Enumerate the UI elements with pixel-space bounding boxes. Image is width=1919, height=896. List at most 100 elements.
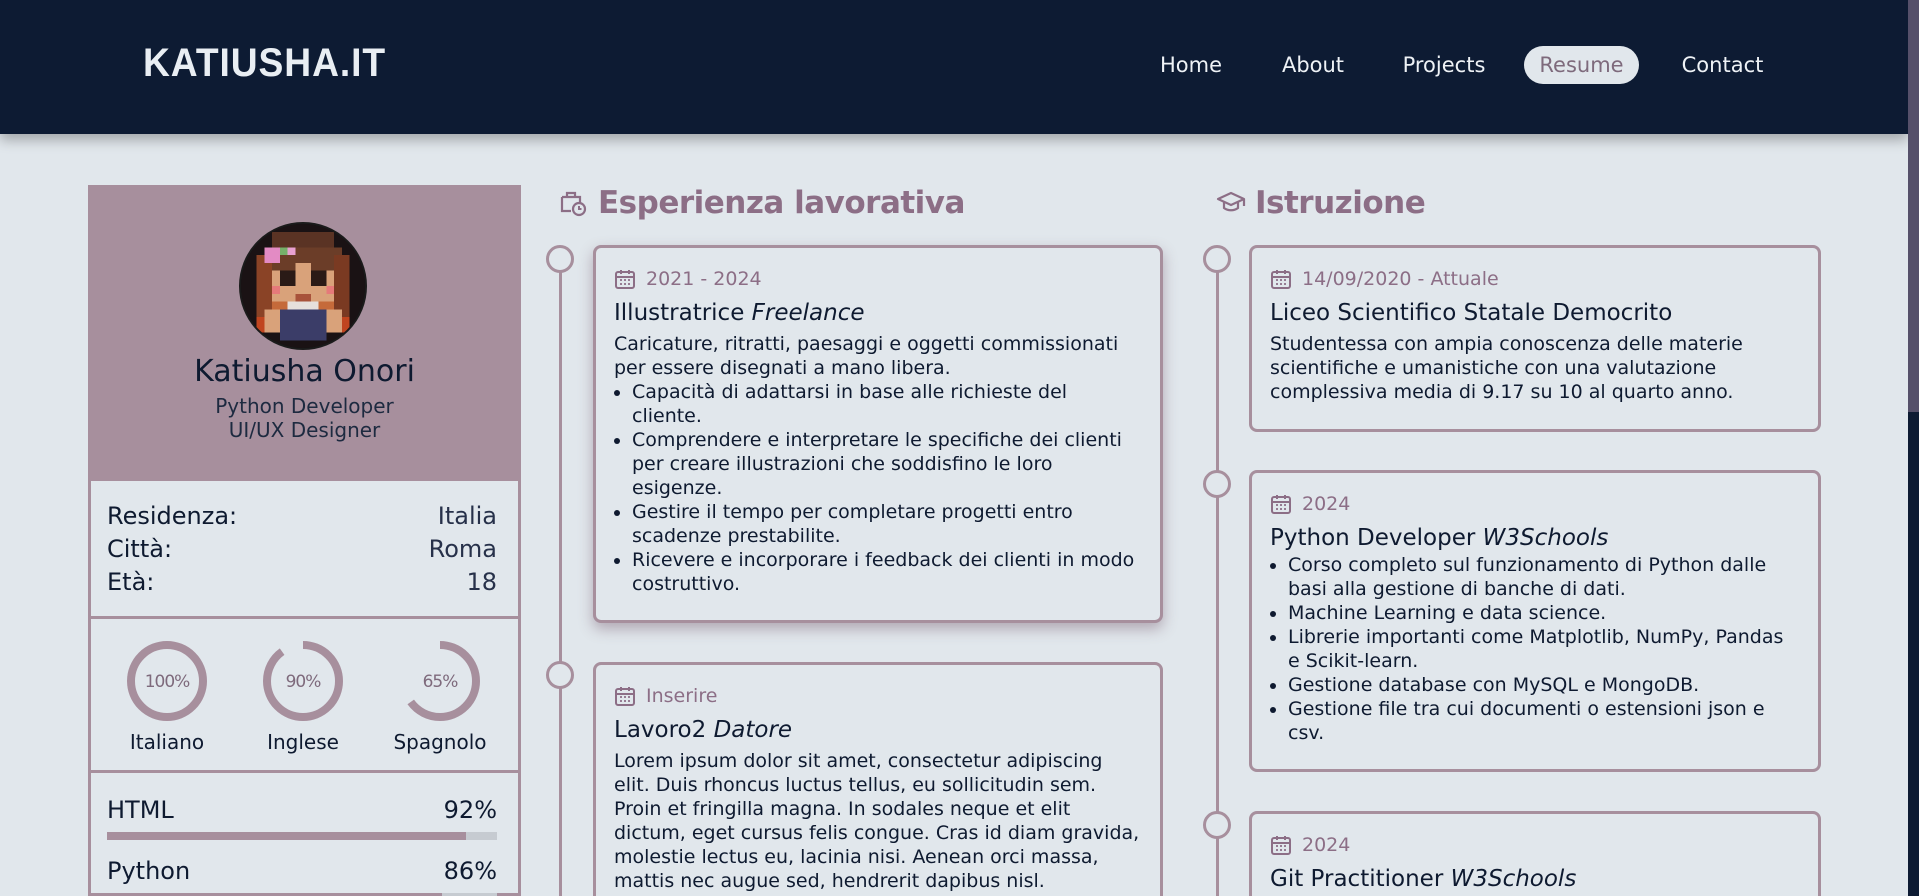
- card-date: 14/09/2020 - Attuale: [1270, 266, 1800, 292]
- skill-name: HTML: [107, 796, 174, 824]
- timeline-line: [559, 272, 562, 896]
- info-value: 18: [466, 568, 497, 596]
- profile-name: Katiusha Onori: [194, 354, 415, 389]
- card-title: Liceo Scientifico Statale Democrito: [1270, 298, 1800, 328]
- language-ring-spagnolo: 65% Spagnolo: [380, 638, 500, 754]
- info-label: Residenza:: [107, 502, 238, 530]
- list-item: Capacità di adattarsi in base alle richi…: [632, 380, 1142, 428]
- education-card: 2024 Python Developer W3Schools Corso co…: [1249, 470, 1821, 772]
- info-value: Italia: [437, 502, 497, 530]
- top-navbar: KATIUSHA.IT Home About Projects Resume C…: [0, 0, 1908, 134]
- profile-card: Katiusha Onori Python Developer UI/UX De…: [91, 185, 518, 481]
- card-title: Python Developer W3Schools: [1270, 523, 1800, 553]
- profile-sidebar: Katiusha Onori Python Developer UI/UX De…: [88, 185, 521, 896]
- divider: [91, 770, 518, 773]
- nav-resume[interactable]: Resume: [1524, 46, 1639, 84]
- list-item: Comprendere e interpretare le specifiche…: [632, 428, 1142, 500]
- card-date: 2024: [1270, 832, 1800, 858]
- list-item: Gestire il tempo per completare progetti…: [632, 500, 1142, 548]
- profile-role: Python Developer: [215, 394, 394, 418]
- card-date-text: 2021 - 2024: [646, 268, 762, 290]
- site-logo[interactable]: KATIUSHA.IT: [143, 41, 386, 86]
- info-row-city: Città: Roma: [107, 535, 497, 563]
- language-name: Inglese: [267, 730, 339, 754]
- card-org: W3Schools: [1450, 866, 1577, 892]
- info-row-residence: Residenza: Italia: [107, 502, 497, 530]
- card-date: Inserire: [614, 683, 1142, 709]
- calendar-icon: [1271, 836, 1291, 855]
- card-org: Freelance: [751, 300, 865, 326]
- section-title-experience: Esperienza lavorativa: [598, 185, 965, 221]
- card-role: Python Developer: [1270, 525, 1476, 551]
- card-date-text: 14/09/2020 - Attuale: [1302, 268, 1499, 290]
- language-percent: 90%: [286, 672, 322, 692]
- card-date-text: 2024: [1302, 493, 1351, 515]
- card-date: 2021 - 2024: [614, 266, 1142, 292]
- card-bullets: Capacità di adattarsi in base alle richi…: [614, 380, 1142, 596]
- info-row-age: Età: 18: [107, 568, 497, 596]
- list-item: Ricevere e incorporare i feedback dei cl…: [632, 548, 1142, 596]
- card-description: Caricature, ritratti, paesaggi e oggetti…: [614, 333, 1119, 379]
- card-description: Studentessa con ampia conoscenza delle m…: [1270, 333, 1743, 403]
- nav-contact[interactable]: Contact: [1680, 46, 1765, 84]
- language-percent: 65%: [423, 672, 459, 692]
- card-description: Lorem ipsum dolor sit amet, consectetur …: [614, 750, 1140, 892]
- skill-python: Python 86%: [107, 857, 497, 896]
- card-title: Git Practitioner W3Schools: [1270, 864, 1800, 894]
- scrollbar-thumb[interactable]: [1908, 0, 1919, 412]
- language-ring-inglese: 90% Inglese: [243, 638, 363, 754]
- skill-percent: 86%: [443, 857, 497, 885]
- language-name: Spagnolo: [393, 730, 487, 754]
- list-item: Gestione file tra cui documenti o estens…: [1288, 697, 1800, 745]
- timeline-dot: [546, 245, 574, 273]
- calendar-icon: [615, 687, 635, 706]
- nav-home[interactable]: Home: [1156, 46, 1226, 84]
- list-item: Machine Learning e data science.: [1288, 601, 1800, 625]
- calendar-icon: [1271, 495, 1291, 514]
- card-org: Datore: [713, 717, 793, 743]
- calendar-icon: [615, 270, 635, 289]
- experience-card: 2021 - 2024 Illustratrice Freelance Cari…: [593, 245, 1163, 623]
- timeline-dot: [1203, 245, 1231, 273]
- list-item: Gestione database con MySQL e MongoDB.: [1288, 673, 1800, 697]
- profile-role: UI/UX Designer: [228, 418, 381, 442]
- nav-projects[interactable]: Projects: [1400, 46, 1488, 84]
- list-item: Corso completo sul funzionamento di Pyth…: [1288, 553, 1800, 601]
- avatar: [239, 222, 367, 350]
- skill-bar: [107, 832, 497, 840]
- section-title-education: Istruzione: [1255, 185, 1426, 221]
- graduation-cap-icon: [1216, 191, 1246, 212]
- info-label: Città:: [107, 535, 173, 563]
- timeline-dot: [1203, 811, 1231, 839]
- card-date-text: 2024: [1302, 834, 1351, 856]
- list-item: Librerie importanti come Matplotlib, Num…: [1288, 625, 1800, 673]
- language-name: Italiano: [129, 730, 205, 754]
- card-title: Lavoro2 Datore: [614, 715, 1142, 745]
- card-role: Liceo Scientifico Statale Democrito: [1270, 300, 1673, 326]
- language-percent: 100%: [145, 672, 190, 692]
- divider: [91, 616, 518, 619]
- skill-html: HTML 92%: [107, 796, 497, 840]
- education-card: 2024 Git Practitioner W3Schools: [1249, 811, 1821, 896]
- card-title: Illustratrice Freelance: [614, 298, 1142, 328]
- timeline-line: [1216, 272, 1219, 896]
- nav-about[interactable]: About: [1278, 46, 1348, 84]
- card-date-text: Inserire: [646, 685, 718, 707]
- language-ring-italiano: 100% Italiano: [107, 638, 227, 754]
- card-role: Git Practitioner: [1270, 866, 1444, 892]
- card-org: W3Schools: [1482, 525, 1609, 551]
- timeline-dot: [546, 661, 574, 689]
- skill-percent: 92%: [443, 796, 497, 824]
- skill-bar-fill: [107, 832, 466, 840]
- card-date: 2024: [1270, 491, 1800, 517]
- info-label: Età:: [107, 568, 155, 596]
- card-role: Lavoro2: [614, 717, 707, 743]
- skill-name: Python: [107, 857, 191, 885]
- experience-card: Inserire Lavoro2 Datore Lorem ipsum dolo…: [593, 662, 1163, 896]
- education-card: 14/09/2020 - Attuale Liceo Scientifico S…: [1249, 245, 1821, 432]
- card-bullets: Corso completo sul funzionamento di Pyth…: [1270, 553, 1800, 745]
- calendar-icon: [1271, 270, 1291, 289]
- briefcase-clock-icon: [560, 191, 587, 217]
- card-role: Illustratrice: [614, 300, 745, 326]
- timeline-dot: [1203, 470, 1231, 498]
